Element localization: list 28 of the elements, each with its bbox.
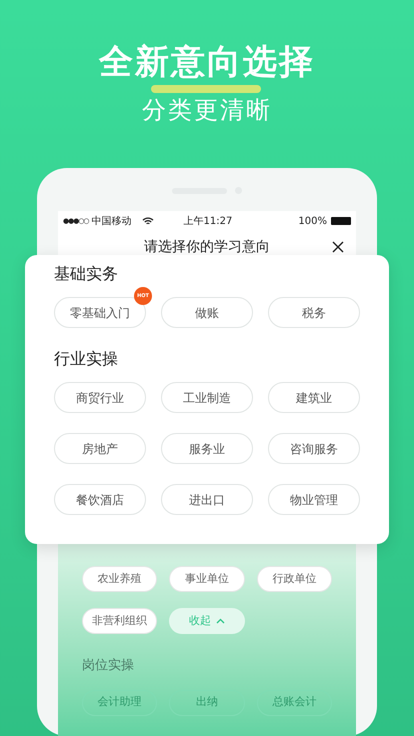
chevron-up-icon bbox=[216, 618, 225, 624]
option-chip[interactable]: 事业单位 bbox=[169, 566, 245, 592]
section-title: 岗位实操 bbox=[81, 657, 135, 675]
section-title: 基础实务 bbox=[54, 263, 119, 285]
option-chip[interactable]: 建筑业 bbox=[268, 382, 360, 413]
option-chip[interactable]: 工业制造 bbox=[161, 382, 253, 413]
carrier-name: 中国移动 bbox=[92, 214, 132, 228]
option-chip[interactable]: 农业养殖 bbox=[82, 566, 158, 592]
option-chip[interactable]: 餐饮酒店 bbox=[54, 484, 146, 515]
option-chip[interactable]: 行政单位 bbox=[256, 566, 332, 592]
option-chip[interactable]: 房地产 bbox=[54, 433, 146, 464]
dialog-title: 请选择你的学习意向 bbox=[144, 238, 270, 256]
battery-percent: 100% bbox=[298, 214, 327, 228]
wifi-icon bbox=[142, 216, 154, 226]
option-chip[interactable]: 做账 bbox=[161, 297, 253, 328]
option-chip[interactable]: 物业管理 bbox=[268, 484, 360, 515]
subtitle: 分类更清晰 bbox=[142, 95, 272, 126]
close-icon[interactable] bbox=[332, 241, 344, 253]
section-title: 行业实操 bbox=[54, 348, 119, 370]
option-chip[interactable]: 咨询服务 bbox=[268, 433, 360, 464]
option-chip[interactable]: 进出口 bbox=[161, 484, 253, 515]
option-chip[interactable]: 服务业 bbox=[161, 433, 253, 464]
option-chip[interactable]: 税务 bbox=[268, 297, 360, 328]
battery-icon bbox=[331, 217, 351, 225]
option-chip[interactable]: 非营利组织 bbox=[82, 608, 158, 634]
headline: 全新意向选择 bbox=[99, 41, 315, 84]
option-chip[interactable]: 商贸行业 bbox=[54, 382, 146, 413]
status-time: 上午11:27 bbox=[184, 214, 232, 228]
